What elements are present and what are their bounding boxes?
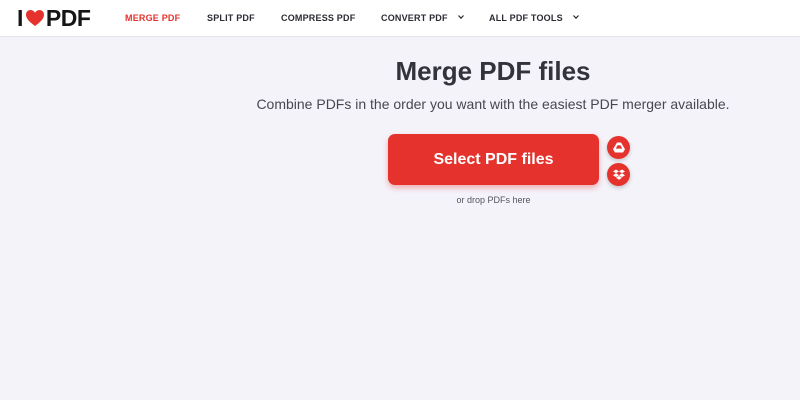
nav-convert-pdf[interactable]: CONVERT PDF xyxy=(381,0,465,37)
dropbox-icon xyxy=(612,169,625,180)
nav-merge-pdf[interactable]: MERGE PDF xyxy=(125,0,180,37)
nav-all-pdf-tools-label: ALL PDF TOOLS xyxy=(489,13,563,23)
drop-hint-text: or drop PDFs here xyxy=(456,195,531,205)
nav-compress-pdf[interactable]: COMPRESS PDF xyxy=(281,0,355,37)
nav-split-pdf[interactable]: SPLIT PDF xyxy=(207,0,255,37)
google-drive-upload-button[interactable] xyxy=(607,136,630,159)
chevron-down-icon xyxy=(458,15,465,20)
chevron-down-icon xyxy=(573,15,580,20)
nav-all-pdf-tools[interactable]: ALL PDF TOOLS xyxy=(489,0,580,37)
page-subtitle: Combine PDFs in the order you want with … xyxy=(256,96,730,112)
ilovepdf-logo[interactable]: I PDF xyxy=(17,4,91,31)
page-title: Merge PDF files xyxy=(395,56,591,86)
google-drive-icon xyxy=(612,142,625,153)
nav-convert-pdf-label: CONVERT PDF xyxy=(381,13,448,23)
dropbox-upload-button[interactable] xyxy=(607,163,630,186)
top-navigation-bar: I PDF MERGE PDF SPLIT PDF COMPRESS PDF C… xyxy=(0,0,800,37)
heart-icon xyxy=(25,10,44,26)
logo-text-pdf: PDF xyxy=(45,4,91,31)
logo-text-i: I xyxy=(17,4,23,31)
select-pdf-files-button[interactable]: Select PDF files xyxy=(388,134,599,185)
